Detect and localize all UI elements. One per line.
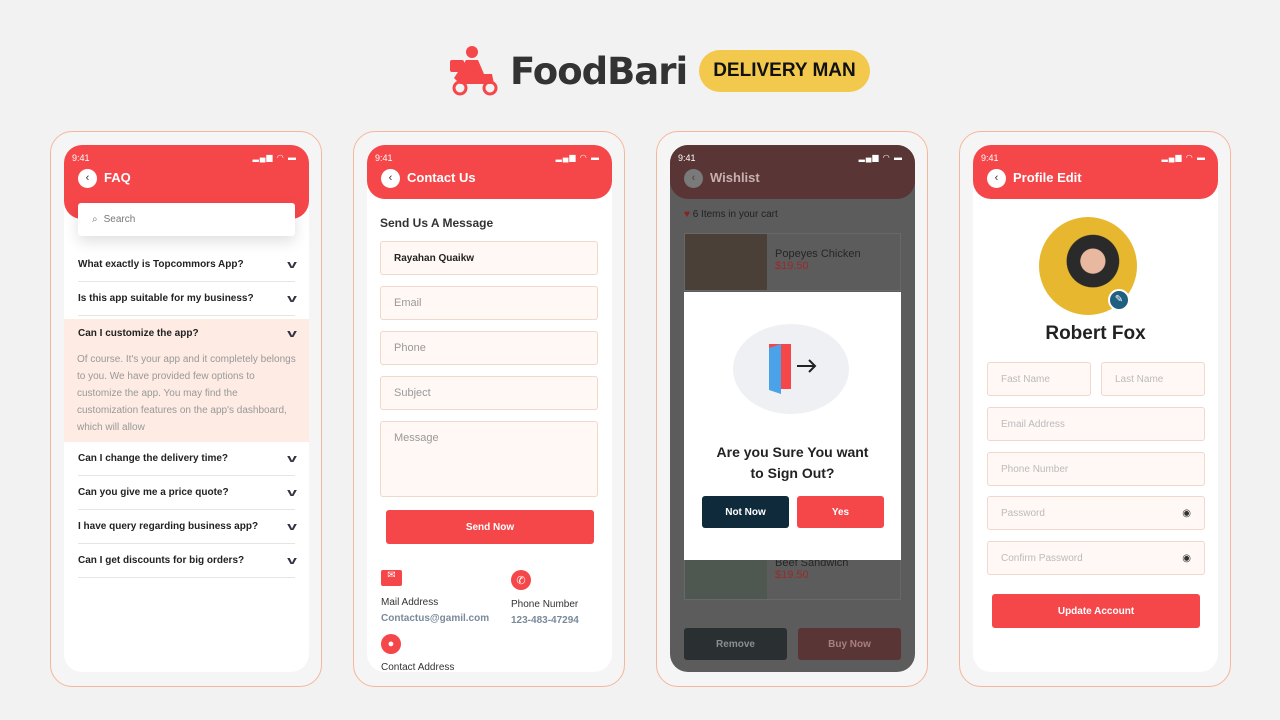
status-icons: ▂▄▆ ◠ ▬	[858, 153, 903, 162]
first-name-field[interactable]: Fast Name	[987, 362, 1091, 396]
mail-value[interactable]: Contactus@gamil.com	[381, 613, 489, 624]
faq-item-expanded[interactable]: Can I customize the app? v Of course. It'…	[64, 319, 309, 442]
eye-off-icon[interactable]: ◉	[1182, 553, 1191, 564]
page-title: Wishlist	[710, 170, 760, 185]
confirm-password-field[interactable]: Confirm Password ◉	[987, 541, 1205, 575]
cart-count: ♥ 6 Items in your cart	[684, 209, 778, 220]
message-field[interactable]: Message	[380, 421, 598, 497]
cart-count-text: 6 Items in your cart	[692, 209, 778, 220]
status-icons: ▂▄▆ ◠ ▬	[1161, 153, 1206, 162]
phone-icon: ✆	[511, 570, 531, 590]
faq-question: Can you give me a price quote?	[78, 487, 229, 498]
back-button[interactable]: ‹	[684, 169, 703, 188]
chevron-down-icon: v	[287, 328, 297, 340]
page-title: Contact Us	[407, 170, 476, 185]
heart-icon: ♥	[684, 209, 690, 220]
confirm-placeholder: Confirm Password	[1001, 552, 1083, 564]
buy-now-button[interactable]: Buy Now	[798, 628, 901, 660]
faq-item[interactable]: Is this app suitable for my business? v	[78, 282, 297, 316]
item-name: Popeyes Chicken	[775, 248, 861, 260]
page-title: FAQ	[104, 170, 131, 185]
chevron-down-icon: v	[287, 520, 297, 533]
chevron-down-icon: v	[287, 554, 297, 567]
name-field[interactable]: Rayahan Quaikw	[380, 241, 598, 275]
password-field[interactable]: Password ◉	[987, 496, 1205, 530]
status-time: 9:41	[678, 153, 696, 163]
signout-screen-card: 9:41 ▂▄▆ ◠ ▬ ‹ Wishlist ♥ 6 Items in you…	[656, 131, 928, 687]
profile-name: Robert Fox	[1045, 323, 1146, 344]
back-button[interactable]: ‹	[78, 169, 97, 188]
wishlist-header: 9:41 ▂▄▆ ◠ ▬ ‹ Wishlist	[670, 145, 915, 199]
phone-field[interactable]: Phone Number	[987, 452, 1205, 486]
food-image	[685, 234, 767, 290]
location-pin-icon: ●	[381, 634, 401, 654]
item-price: $19.50	[775, 260, 809, 272]
search-placeholder: Search	[103, 214, 136, 225]
brand-name: FoodBari	[510, 49, 688, 93]
search-icon: ⌕	[92, 214, 98, 225]
status-icons: ▂▄▆ ◠ ▬	[555, 153, 600, 162]
signout-dialog: Are you Sure You want to Sign Out? Not N…	[684, 292, 901, 560]
mail-label: Mail Address	[381, 597, 439, 608]
chevron-down-icon: v	[287, 452, 297, 465]
phone-label: Phone Number	[511, 599, 579, 610]
faq-question: Is this app suitable for my business?	[78, 293, 254, 304]
page-title: Profile Edit	[1013, 170, 1082, 185]
faq-item[interactable]: Can you give me a price quote? v	[78, 476, 297, 510]
faq-question: What exactly is Topcommors App?	[78, 259, 244, 270]
faq-question: Can I customize the app?	[78, 328, 199, 339]
status-time: 9:41	[72, 153, 90, 163]
faq-item[interactable]: Can I get discounts for big orders? v	[78, 544, 297, 578]
sign-out-door-icon	[733, 324, 849, 414]
delivery-scooter-logo-icon	[450, 46, 498, 96]
back-button[interactable]: ‹	[987, 169, 1006, 188]
yes-button[interactable]: Yes	[797, 496, 884, 528]
faq-question: Can I get discounts for big orders?	[78, 555, 245, 566]
subject-field[interactable]: Subject	[380, 376, 598, 410]
faq-question: Can I change the delivery time?	[78, 453, 229, 464]
brand-header: FoodBari DELIVERY MAN	[446, 44, 870, 98]
chevron-down-icon: v	[287, 258, 297, 271]
status-icons: ▂▄▆ ◠ ▬	[252, 153, 297, 162]
profile-screen-card: 9:41 ▂▄▆ ◠ ▬ ‹ Profile Edit ✎ Robert Fox…	[959, 131, 1231, 687]
mail-icon: ✉	[381, 570, 402, 586]
faq-question: I have query regarding business app?	[78, 521, 259, 532]
contact-header: 9:41 ▂▄▆ ◠ ▬ ‹ Contact Us	[367, 145, 612, 199]
email-field[interactable]: Email Address	[987, 407, 1205, 441]
search-input[interactable]: ⌕ Search	[78, 203, 295, 236]
faq-item[interactable]: What exactly is Topcommors App? v	[78, 248, 297, 282]
last-name-field[interactable]: Last Name	[1101, 362, 1205, 396]
back-button[interactable]: ‹	[381, 169, 400, 188]
address-label: Contact Address	[381, 662, 455, 672]
update-account-button[interactable]: Update Account	[992, 594, 1200, 628]
faq-answer: Of course. It's your app and it complete…	[77, 354, 296, 433]
phone-field[interactable]: Phone	[380, 331, 598, 365]
dialog-message: Are you Sure You want to Sign Out?	[716, 444, 869, 481]
not-now-button[interactable]: Not Now	[702, 496, 789, 528]
profile-header: 9:41 ▂▄▆ ◠ ▬ ‹ Profile Edit	[973, 145, 1218, 199]
form-heading: Send Us A Message	[380, 216, 494, 230]
edit-pencil-icon[interactable]: ✎	[1108, 289, 1130, 311]
status-time: 9:41	[981, 153, 999, 163]
remove-button[interactable]: Remove	[684, 628, 787, 660]
role-badge: DELIVERY MAN	[699, 50, 870, 92]
faq-screen-card: 9:41 ▂▄▆ ◠ ▬ ‹ FAQ ⌕ Search What exactly …	[50, 131, 322, 687]
password-placeholder: Password	[1001, 507, 1045, 519]
eye-off-icon[interactable]: ◉	[1182, 508, 1191, 519]
chevron-down-icon: v	[287, 292, 297, 305]
wishlist-item[interactable]: Popeyes Chicken $19.50	[684, 233, 901, 291]
contact-screen-card: 9:41 ▂▄▆ ◠ ▬ ‹ Contact Us Send Us A Mess…	[353, 131, 625, 687]
email-field[interactable]: Email	[380, 286, 598, 320]
item-price: $19.50	[775, 569, 809, 581]
dimmed-wishlist-screen: 9:41 ▂▄▆ ◠ ▬ ‹ Wishlist ♥ 6 Items in you…	[670, 145, 915, 672]
send-now-button[interactable]: Send Now	[386, 510, 594, 544]
faq-item[interactable]: I have query regarding business app? v	[78, 510, 297, 544]
status-time: 9:41	[375, 153, 393, 163]
faq-item[interactable]: Can I change the delivery time? v	[78, 442, 297, 476]
phone-value[interactable]: 123-483-47294	[511, 615, 579, 626]
chevron-down-icon: v	[287, 486, 297, 499]
